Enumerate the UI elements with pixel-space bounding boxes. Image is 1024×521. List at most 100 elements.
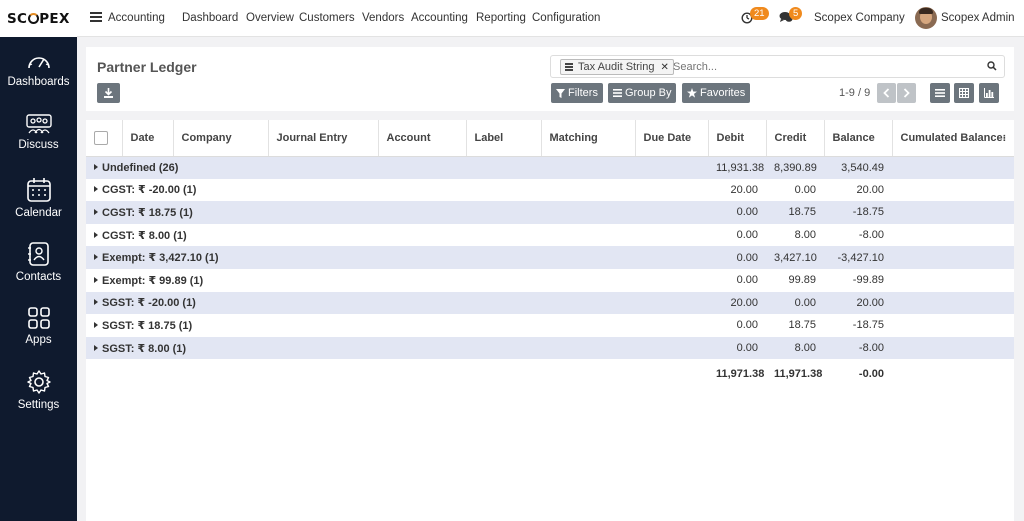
search-icon[interactable] <box>987 61 997 71</box>
column-header-label[interactable]: Label <box>466 120 542 157</box>
company-switcher[interactable]: Scopex Company <box>814 12 905 24</box>
group-row[interactable]: CGST: ₹ -20.00 (1) 20.00 0.00 20.00 <box>86 178 1014 202</box>
group-row[interactable]: Undefined (26) 11,931.38 8,390.89 3,540.49 <box>86 156 1014 179</box>
column-header-date[interactable]: Date <box>122 120 174 157</box>
app-name[interactable]: Accounting <box>108 12 165 24</box>
download-button[interactable] <box>97 83 120 103</box>
column-header-debit[interactable]: Debit <box>708 120 767 157</box>
menu-overview[interactable]: Overview <box>246 12 294 24</box>
list-view-button[interactable] <box>930 83 950 103</box>
column-header-credit[interactable]: Credit <box>766 120 825 157</box>
caret-right-icon <box>94 299 98 306</box>
search-bar: Tax Audit String ✕ <box>550 55 1005 78</box>
favorites-label: Favorites <box>700 87 746 99</box>
group-name-cell[interactable]: SGST: ₹ 8.00 (1) <box>86 336 708 360</box>
menu-toggle-icon[interactable] <box>90 12 102 22</box>
sidebar-item-calendar[interactable]: Calendar <box>0 177 77 219</box>
group-name-cell[interactable]: SGST: ₹ 18.75 (1) <box>86 314 708 337</box>
column-header-journal-entry[interactable]: Journal Entry <box>268 120 379 157</box>
pager-value[interactable]: 1-9 / 9 <box>839 87 870 99</box>
group-credit: 0.00 <box>766 178 824 202</box>
control-panel: Partner Ledger Tax Audit String ✕ Filter… <box>86 47 1014 111</box>
contacts-book-icon <box>27 242 49 266</box>
group-name: SGST: ₹ -20.00 (1) <box>102 297 196 310</box>
activity-count-badge: 21 <box>750 7 769 20</box>
filters-button[interactable]: Filters <box>551 83 603 103</box>
group-row[interactable]: CGST: ₹ 8.00 (1) 0.00 8.00 -8.00 <box>86 223 1014 247</box>
user-menu[interactable]: Scopex Admin <box>941 12 1015 24</box>
chevron-left-icon <box>883 88 890 98</box>
calendar-icon <box>26 178 51 202</box>
group-credit: 18.75 <box>766 201 824 224</box>
pager-next-button[interactable] <box>897 83 916 103</box>
menu-dashboard[interactable]: Dashboard <box>182 12 238 24</box>
caret-right-icon <box>94 254 98 261</box>
menu-reporting[interactable]: Reporting <box>476 12 526 24</box>
column-header-company[interactable]: Company <box>173 120 269 157</box>
sidebar-item-label: Contacts <box>15 271 62 283</box>
column-header-balance[interactable]: Balance <box>824 120 893 157</box>
group-credit: 18.75 <box>766 314 824 337</box>
group-credit: 8.00 <box>766 336 824 360</box>
group-balance: -8.00 <box>824 336 892 360</box>
caret-right-icon <box>94 186 98 193</box>
group-row[interactable]: SGST: ₹ -20.00 (1) 20.00 0.00 20.00 <box>86 291 1014 315</box>
menu-customers[interactable]: Customers <box>299 12 355 24</box>
group-row[interactable]: SGST: ₹ 8.00 (1) 0.00 8.00 -8.00 <box>86 336 1014 360</box>
group-by-button[interactable]: Group By <box>608 83 677 103</box>
group-debit: 0.00 <box>708 246 766 269</box>
menu-vendors[interactable]: Vendors <box>362 12 404 24</box>
bar-chart-icon <box>984 88 994 98</box>
group-cumulated-balance <box>892 246 1014 269</box>
search-input[interactable] <box>673 59 973 75</box>
group-debit: 0.00 <box>708 336 766 360</box>
top-navbar: Accounting Dashboard Overview Customers … <box>77 0 1024 37</box>
menu-configuration[interactable]: Configuration <box>532 12 600 24</box>
caret-right-icon <box>94 163 98 170</box>
group-name-cell[interactable]: Exempt: ₹ 3,427.10 (1) <box>86 246 708 269</box>
select-all-cell <box>86 120 123 157</box>
filter-icon <box>556 88 565 98</box>
group-row[interactable]: Exempt: ₹ 99.89 (1) 0.00 99.89 -99.89 <box>86 268 1014 292</box>
sidebar-item-dashboards[interactable]: Dashboards <box>0 52 77 88</box>
brand-logo[interactable]: SC PEX <box>0 0 77 37</box>
group-cumulated-balance <box>892 223 1014 247</box>
sidebar-item-settings[interactable]: Settings <box>0 369 77 411</box>
group-debit: 0.00 <box>708 314 766 337</box>
group-name: Exempt: ₹ 3,427.10 (1) <box>102 252 219 265</box>
group-credit: 99.89 <box>766 268 824 292</box>
group-name-cell[interactable]: Undefined (26) <box>86 156 708 179</box>
caret-right-icon <box>94 208 98 215</box>
group-name-cell[interactable]: CGST: ₹ 18.75 (1) <box>86 201 708 224</box>
column-header-account[interactable]: Account <box>378 120 467 157</box>
menu-accounting[interactable]: Accounting <box>411 12 468 24</box>
group-name-cell[interactable]: CGST: ₹ -20.00 (1) <box>86 178 708 202</box>
column-header-cumulated-balance[interactable]: Cumulated Balance⁝ <box>892 120 1014 157</box>
pivot-view-button[interactable] <box>954 83 974 103</box>
favorites-button[interactable]: Favorites <box>682 83 751 103</box>
group-row[interactable]: SGST: ₹ 18.75 (1) 0.00 18.75 -18.75 <box>86 314 1014 337</box>
group-name-cell[interactable]: Exempt: ₹ 99.89 (1) <box>86 268 708 292</box>
facet-remove-icon[interactable]: ✕ <box>660 62 668 73</box>
group-row[interactable]: Exempt: ₹ 3,427.10 (1) 0.00 3,427.10 -3,427… <box>86 246 1014 269</box>
sidebar-item-contacts[interactable]: Contacts <box>0 241 77 283</box>
group-balance: 3,540.49 <box>824 156 892 179</box>
graph-view-button[interactable] <box>979 83 999 103</box>
group-name-cell[interactable]: CGST: ₹ 8.00 (1) <box>86 223 708 247</box>
pager-previous-button[interactable] <box>877 83 896 103</box>
group-balance: 20.00 <box>824 291 892 315</box>
group-name: SGST: ₹ 8.00 (1) <box>102 342 187 355</box>
column-header-matching[interactable]: Matching <box>541 120 636 157</box>
sidebar-item-discuss[interactable]: Discuss <box>0 113 77 151</box>
select-all-checkbox[interactable] <box>94 130 108 145</box>
group-row[interactable]: CGST: ₹ 18.75 (1) 0.00 18.75 -18.75 <box>86 201 1014 224</box>
group-balance: -3,427.10 <box>824 246 892 269</box>
group-cumulated-balance <box>892 314 1014 337</box>
ledger-table-container: Date Company Journal Entry Account Label… <box>86 120 1014 521</box>
column-header-due-date[interactable]: Due Date <box>635 120 709 157</box>
logo-text-end: PEX <box>39 10 70 27</box>
group-debit: 0.00 <box>708 268 766 292</box>
group-name-cell[interactable]: SGST: ₹ -20.00 (1) <box>86 291 708 315</box>
sidebar-item-apps[interactable]: Apps <box>0 306 77 346</box>
user-avatar[interactable] <box>915 7 937 29</box>
